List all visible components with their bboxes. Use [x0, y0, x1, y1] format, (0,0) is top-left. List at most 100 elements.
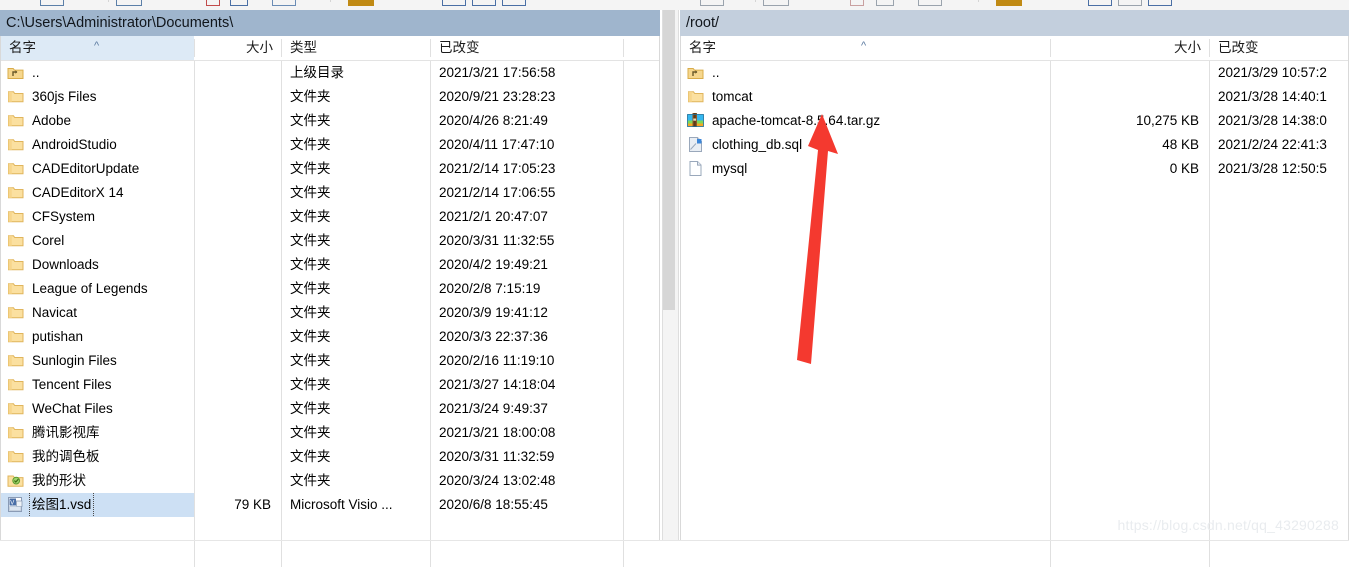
toolbar-icon[interactable] — [272, 0, 296, 6]
cell-name[interactable]: Tencent Files — [1, 373, 194, 397]
file-name-label: Downloads — [32, 257, 99, 272]
cell-name[interactable]: 腾讯影视库 — [1, 421, 194, 445]
cell-modified: 2020/6/8 18:55:45 — [439, 497, 548, 512]
cell-size — [195, 157, 281, 181]
table-row[interactable]: putishan 文件夹 2020/3/3 22:37:36 — [1, 325, 659, 349]
toolbar-icon[interactable] — [918, 0, 942, 6]
table-row[interactable]: mysql 0 KB 2021/3/28 12:50:5 — [681, 157, 1348, 181]
folder-icon — [7, 256, 24, 273]
local-vertical-scrollbar[interactable] — [660, 10, 680, 541]
toolbar-icon[interactable] — [1118, 0, 1142, 6]
table-row[interactable]: League of Legends 文件夹 2020/2/8 7:15:19 — [1, 277, 659, 301]
table-row[interactable]: Tencent Files 文件夹 2021/3/27 14:18:04 — [1, 373, 659, 397]
toolbar-icon[interactable] — [1088, 0, 1112, 6]
toolbar-icon[interactable] — [996, 0, 1022, 6]
column-header-size[interactable]: 大小 — [195, 36, 281, 60]
header-divider[interactable] — [623, 39, 624, 57]
column-grid-line — [430, 61, 431, 567]
cell-name[interactable]: CADEditorX 14 — [1, 181, 194, 205]
remote-path-bar[interactable]: /root/ — [680, 10, 1349, 36]
column-header-size[interactable]: 大小 — [1051, 36, 1209, 60]
cell-name[interactable]: clothing_db.sql — [681, 133, 1050, 157]
toolbar-icon[interactable] — [442, 0, 466, 6]
cell-name[interactable]: V 绘图1.vsd — [1, 493, 194, 517]
toolbar-icon[interactable] — [700, 0, 724, 6]
table-row[interactable]: apache-tomcat-8.5.64.tar.gz 10,275 KB 2021… — [681, 109, 1348, 133]
toolbar-icon[interactable] — [40, 0, 64, 6]
table-row[interactable]: CFSystem 文件夹 2021/2/1 20:47:07 — [1, 205, 659, 229]
cell-modified: 2020/3/3 22:37:36 — [439, 329, 548, 344]
toolbar-icon[interactable] — [502, 0, 526, 6]
cell-name[interactable]: WeChat Files — [1, 397, 194, 421]
cell-name[interactable]: Corel — [1, 229, 194, 253]
toolbar-icon[interactable] — [850, 0, 864, 6]
cell-name[interactable]: .. — [1, 61, 194, 85]
cell-size — [195, 253, 281, 277]
toolbar-icon[interactable] — [1148, 0, 1172, 6]
archive-icon — [687, 112, 704, 129]
table-row[interactable]: CADEditorX 14 文件夹 2021/2/14 17:06:55 — [1, 181, 659, 205]
cell-name[interactable]: apache-tomcat-8.5.64.tar.gz — [681, 109, 1050, 133]
cell-name[interactable]: Adobe — [1, 109, 194, 133]
folder-icon — [7, 376, 24, 393]
toolbar-separator — [108, 0, 109, 2]
table-row[interactable]: 360js Files 文件夹 2020/9/21 23:28:23 — [1, 85, 659, 109]
table-row[interactable]: clothing_db.sql 48 KB 2021/2/24 22:41:3 — [681, 133, 1348, 157]
toolbar-icon[interactable] — [472, 0, 496, 6]
table-row[interactable]: Adobe 文件夹 2020/4/26 8:21:49 — [1, 109, 659, 133]
cell-type: Microsoft Visio ... — [290, 497, 393, 512]
scrollbar-thumb[interactable] — [663, 10, 675, 310]
toolbar-icon[interactable] — [876, 0, 894, 6]
cell-name[interactable]: tomcat — [681, 85, 1050, 109]
toolbar-icon[interactable] — [348, 0, 374, 6]
toolbar-icon[interactable] — [206, 0, 220, 6]
local-row-container: .. 上级目录 2021/3/21 17:56:58 360js Files 文件夹 20… — [1, 61, 659, 540]
table-row[interactable]: 我的调色板 文件夹 2020/3/31 11:32:59 — [1, 445, 659, 469]
table-row[interactable]: Navicat 文件夹 2020/3/9 19:41:12 — [1, 301, 659, 325]
table-row[interactable]: CADEditorUpdate 文件夹 2021/2/14 17:05:23 — [1, 157, 659, 181]
table-row[interactable]: Corel 文件夹 2020/3/31 11:32:55 — [1, 229, 659, 253]
cell-name[interactable]: CFSystem — [1, 205, 194, 229]
cell-name[interactable]: putishan — [1, 325, 194, 349]
table-row[interactable]: .. 上级目录 2021/3/21 17:56:58 — [1, 61, 659, 85]
folder-icon — [7, 352, 24, 369]
table-row[interactable]: 我的形状 文件夹 2020/3/24 13:02:48 — [1, 469, 659, 493]
table-row[interactable]: AndroidStudio 文件夹 2020/4/11 17:47:10 — [1, 133, 659, 157]
table-row[interactable]: 腾讯影视库 文件夹 2021/3/21 18:00:08 — [1, 421, 659, 445]
file-name-label: Tencent Files — [32, 377, 112, 392]
table-row[interactable]: tomcat 2021/3/28 14:40:1 — [681, 85, 1348, 109]
cell-size — [195, 205, 281, 229]
file-name-label: 腾讯影视库 — [32, 425, 100, 440]
toolbar-icon[interactable] — [116, 0, 142, 6]
cell-name[interactable]: 360js Files — [1, 85, 194, 109]
folder-icon — [7, 400, 24, 417]
cell-name[interactable]: League of Legends — [1, 277, 194, 301]
file-name-label: apache-tomcat-8.5.64.tar.gz — [712, 113, 881, 128]
local-path-bar[interactable]: C:\Users\Administrator\Documents\ — [0, 10, 660, 36]
cell-name[interactable]: 我的调色板 — [1, 445, 194, 469]
cell-name[interactable]: CADEditorUpdate — [1, 157, 194, 181]
table-row[interactable]: Downloads 文件夹 2020/4/2 19:49:21 — [1, 253, 659, 277]
toolbar-icon[interactable] — [230, 0, 248, 6]
cell-name[interactable]: Downloads — [1, 253, 194, 277]
table-row[interactable]: Sunlogin Files 文件夹 2020/2/16 11:19:10 — [1, 349, 659, 373]
cell-name[interactable]: 我的形状 — [1, 469, 194, 493]
column-header-type[interactable]: 类型 — [282, 36, 430, 60]
table-row[interactable]: .. 2021/3/29 10:57:2 — [681, 61, 1348, 85]
cell-size — [195, 277, 281, 301]
cell-name[interactable]: AndroidStudio — [1, 133, 194, 157]
cell-modified: 2020/4/26 8:21:49 — [439, 113, 548, 128]
cell-name[interactable]: Navicat — [1, 301, 194, 325]
cell-name[interactable]: Sunlogin Files — [1, 349, 194, 373]
column-header-modified[interactable]: 已改变 — [1210, 36, 1349, 60]
column-header-name[interactable]: 名字 ^ — [681, 36, 1050, 60]
toolbar-icon[interactable] — [763, 0, 789, 6]
column-header-modified[interactable]: 已改变 — [431, 36, 623, 60]
folder-icon — [687, 88, 704, 105]
column-header-name[interactable]: 名字 ^ — [1, 36, 194, 60]
cell-name[interactable]: .. — [681, 61, 1050, 85]
table-row[interactable]: WeChat Files 文件夹 2021/3/24 9:49:37 — [1, 397, 659, 421]
column-grid-line — [194, 61, 195, 567]
table-row[interactable]: V 绘图1.vsd 79 KB Microsoft Visio ... 2020/6/8… — [1, 493, 659, 517]
cell-name[interactable]: mysql — [681, 157, 1050, 181]
